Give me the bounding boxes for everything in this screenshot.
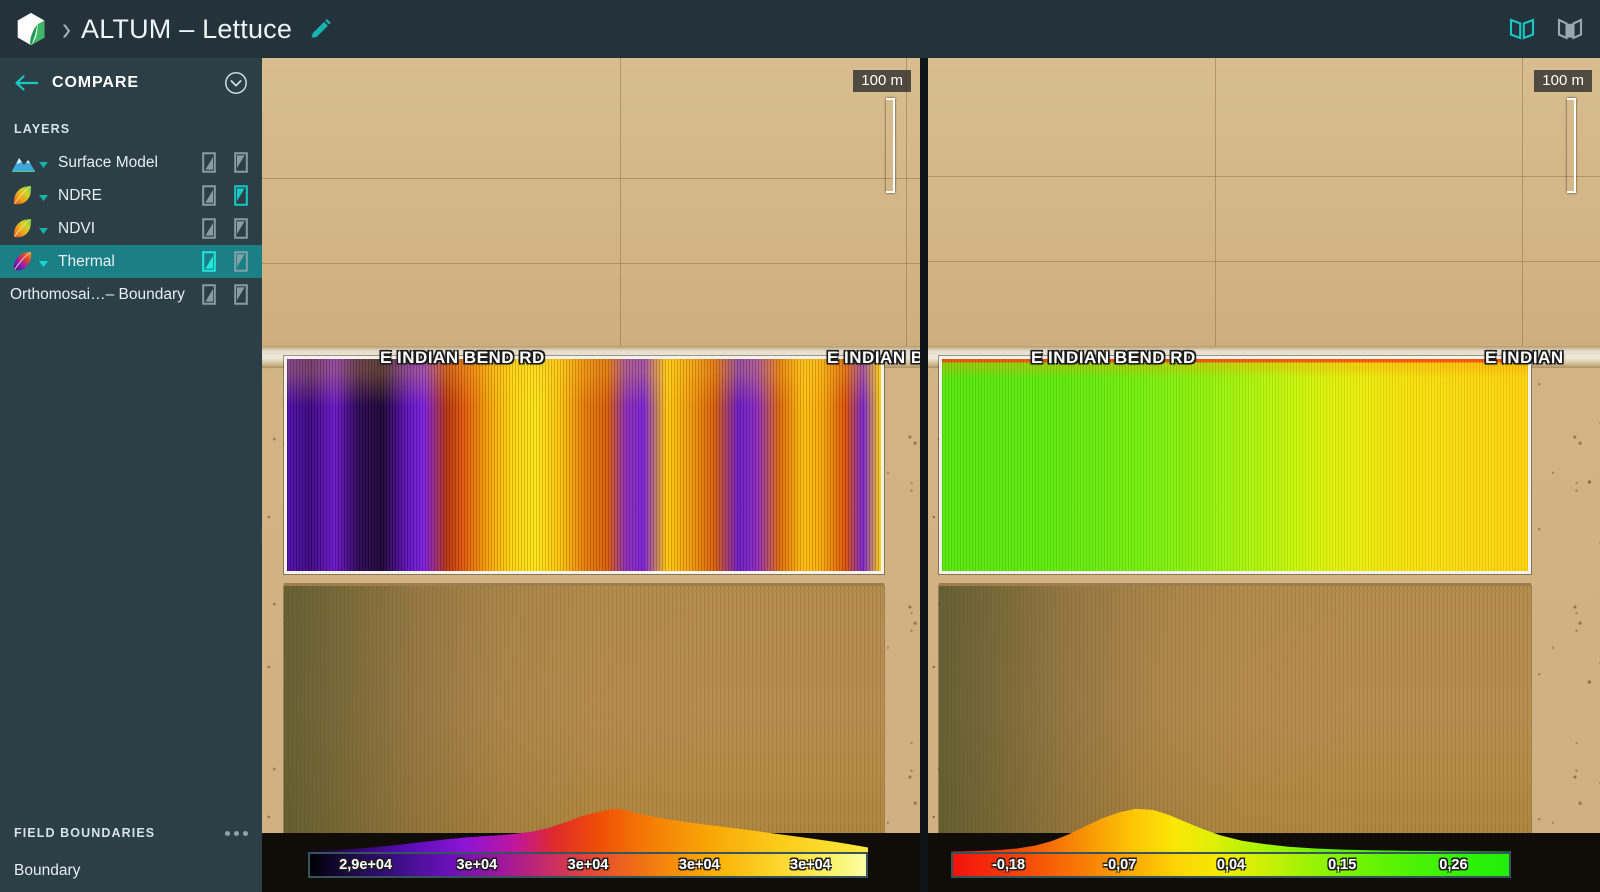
ndre-leaf-icon bbox=[10, 184, 37, 208]
split-side-by-side-icon[interactable] bbox=[1508, 15, 1536, 43]
top-bar: › ALTUM – Lettuce bbox=[0, 0, 1600, 58]
ndre-index-raster[interactable] bbox=[939, 356, 1531, 574]
road-label: E INDIAN BEND RD bbox=[1031, 348, 1196, 367]
scale-bar: 100 m bbox=[791, 70, 911, 195]
right-pane-icon[interactable] bbox=[234, 251, 248, 272]
application-window: › ALTUM – Lettuce COMPARE LAYERS Surface… bbox=[0, 0, 1600, 892]
colorbar-tick: -0,07 bbox=[1103, 857, 1137, 873]
layer-row-surface-model[interactable]: Surface Model bbox=[0, 146, 262, 179]
right-pane-icon[interactable] bbox=[234, 185, 248, 206]
thermal-colorbar[interactable]: 2,9e+04 3e+04 3e+04 3e+04 3e+04 bbox=[308, 852, 868, 878]
layer-name: NDVI bbox=[58, 219, 96, 237]
thermal-leaf-icon bbox=[10, 250, 37, 274]
left-pane-icon[interactable] bbox=[202, 185, 216, 206]
layer-row-ndvi[interactable]: NDVI bbox=[0, 212, 262, 245]
boundary-label: Boundary bbox=[14, 862, 81, 879]
layer-name: Surface Model bbox=[58, 153, 158, 171]
scale-bar-label: 100 m bbox=[1534, 70, 1592, 92]
pix4d-cube-leaf-logo[interactable] bbox=[12, 10, 50, 48]
scale-bar-label: 100 m bbox=[853, 70, 911, 92]
colorbar-tick: 0,04 bbox=[1216, 857, 1246, 873]
layer-row-orthomosaic-boundary[interactable]: Orthomosai…– Boundary bbox=[0, 278, 262, 311]
scale-bar: 100 m bbox=[1472, 70, 1592, 195]
pane-divider[interactable] bbox=[920, 58, 928, 892]
ndre-histogram bbox=[951, 808, 1511, 852]
layer-name: Orthomosai…– Boundary bbox=[10, 285, 185, 303]
compare-label: COMPARE bbox=[52, 74, 139, 91]
ndre-legend[interactable]: -0,18 -0,07 0,04 0,15 0,26 bbox=[951, 808, 1511, 878]
left-pane-icon[interactable] bbox=[202, 284, 216, 305]
field-boundaries-section: FIELD BOUNDARIES Boundary bbox=[0, 812, 262, 892]
layer-pane-toggles bbox=[202, 185, 248, 206]
field-seam bbox=[284, 583, 884, 585]
thermal-histogram bbox=[308, 808, 868, 852]
right-pane-icon[interactable] bbox=[234, 284, 248, 305]
field-seam bbox=[927, 261, 1600, 262]
left-pane-icon[interactable] bbox=[202, 218, 216, 239]
right-pane-icon[interactable] bbox=[234, 218, 248, 239]
view-mode-group bbox=[1508, 15, 1584, 43]
colorbar-tick: 3e+04 bbox=[567, 857, 609, 873]
ndvi-leaf-icon bbox=[10, 217, 37, 241]
pencil-icon[interactable] bbox=[308, 17, 332, 41]
layer-pane-toggles bbox=[202, 251, 248, 272]
colorbar-tick: 2,9e+04 bbox=[339, 857, 393, 873]
layers-section-header: LAYERS bbox=[0, 108, 262, 146]
chevron-down-circle-icon[interactable] bbox=[224, 71, 248, 95]
road-label: E INDIAN BEND RD bbox=[380, 348, 545, 367]
layer-pane-toggles bbox=[202, 284, 248, 305]
lower-field-parcel bbox=[938, 585, 1532, 837]
thermal-legend[interactable]: 2,9e+04 3e+04 3e+04 3e+04 3e+04 bbox=[308, 808, 868, 878]
ndre-colorbar[interactable]: -0,18 -0,07 0,04 0,15 0,26 bbox=[951, 852, 1511, 878]
field-seam bbox=[1215, 58, 1216, 353]
boundary-list-item[interactable]: Boundary bbox=[0, 850, 262, 892]
layer-name: NDRE bbox=[58, 186, 102, 204]
layers-header-label: LAYERS bbox=[14, 122, 71, 136]
colorbar-tick: 0,26 bbox=[1439, 857, 1468, 873]
road-label-truncated: E INDIAN B bbox=[827, 348, 923, 367]
field-boundaries-header: FIELD BOUNDARIES bbox=[0, 812, 262, 850]
left-pane-icon[interactable] bbox=[202, 251, 216, 272]
caret-down-icon[interactable] bbox=[38, 256, 49, 267]
histogram-plot bbox=[308, 808, 868, 852]
field-seam bbox=[620, 58, 621, 353]
layer-pane-toggles bbox=[202, 218, 248, 239]
layer-pane-toggles bbox=[202, 152, 248, 173]
field-boundaries-label: FIELD BOUNDARIES bbox=[14, 826, 156, 840]
field-seam bbox=[262, 263, 923, 264]
field-seam bbox=[939, 583, 1531, 585]
map-pane-right-ndre[interactable]: E INDIAN BEND RD E INDIAN 100 m -0,18 -0… bbox=[927, 58, 1600, 892]
caret-down-icon[interactable] bbox=[38, 190, 49, 201]
histogram-area bbox=[308, 808, 868, 852]
map-pane-left-thermal[interactable]: E INDIAN BEND RD E INDIAN B 100 m 2,9e+0… bbox=[262, 58, 923, 892]
breadcrumb-separator: › bbox=[62, 9, 71, 48]
layer-row-thermal[interactable]: Thermal bbox=[0, 245, 262, 278]
compare-header: COMPARE bbox=[0, 58, 262, 108]
layer-name: Thermal bbox=[58, 252, 115, 270]
more-options-icon[interactable] bbox=[225, 830, 248, 836]
scale-bar-line bbox=[886, 98, 895, 193]
thermal-index-raster[interactable] bbox=[284, 356, 884, 574]
histogram-area bbox=[951, 808, 1511, 852]
arrow-left-icon[interactable] bbox=[14, 73, 40, 93]
road-label-truncated: E INDIAN bbox=[1485, 348, 1564, 367]
map-compare-area[interactable]: E INDIAN BEND RD E INDIAN B 100 m 2,9e+0… bbox=[262, 58, 1600, 892]
caret-down-icon[interactable] bbox=[38, 157, 49, 168]
surface-model-icon bbox=[10, 151, 37, 175]
caret-down-icon[interactable] bbox=[38, 223, 49, 234]
colorbar-tick: 3e+04 bbox=[456, 857, 498, 873]
scale-bar-line bbox=[1567, 98, 1576, 193]
sidebar: COMPARE LAYERS Surface Model NDRE NDVI T… bbox=[0, 58, 262, 892]
layer-row-ndre[interactable]: NDRE bbox=[0, 179, 262, 212]
left-pane-icon[interactable] bbox=[202, 152, 216, 173]
page-title: ALTUM – Lettuce bbox=[81, 13, 293, 44]
colorbar-tick: -0,18 bbox=[992, 857, 1026, 873]
right-pane-icon[interactable] bbox=[234, 152, 248, 173]
split-overlay-icon[interactable] bbox=[1556, 15, 1584, 43]
colorbar-tick: 0,15 bbox=[1328, 857, 1357, 873]
histogram-plot bbox=[951, 808, 1511, 852]
lower-field-parcel bbox=[283, 585, 885, 837]
colorbar-tick: 3e+04 bbox=[790, 857, 831, 873]
colorbar-tick: 3e+04 bbox=[678, 857, 720, 873]
